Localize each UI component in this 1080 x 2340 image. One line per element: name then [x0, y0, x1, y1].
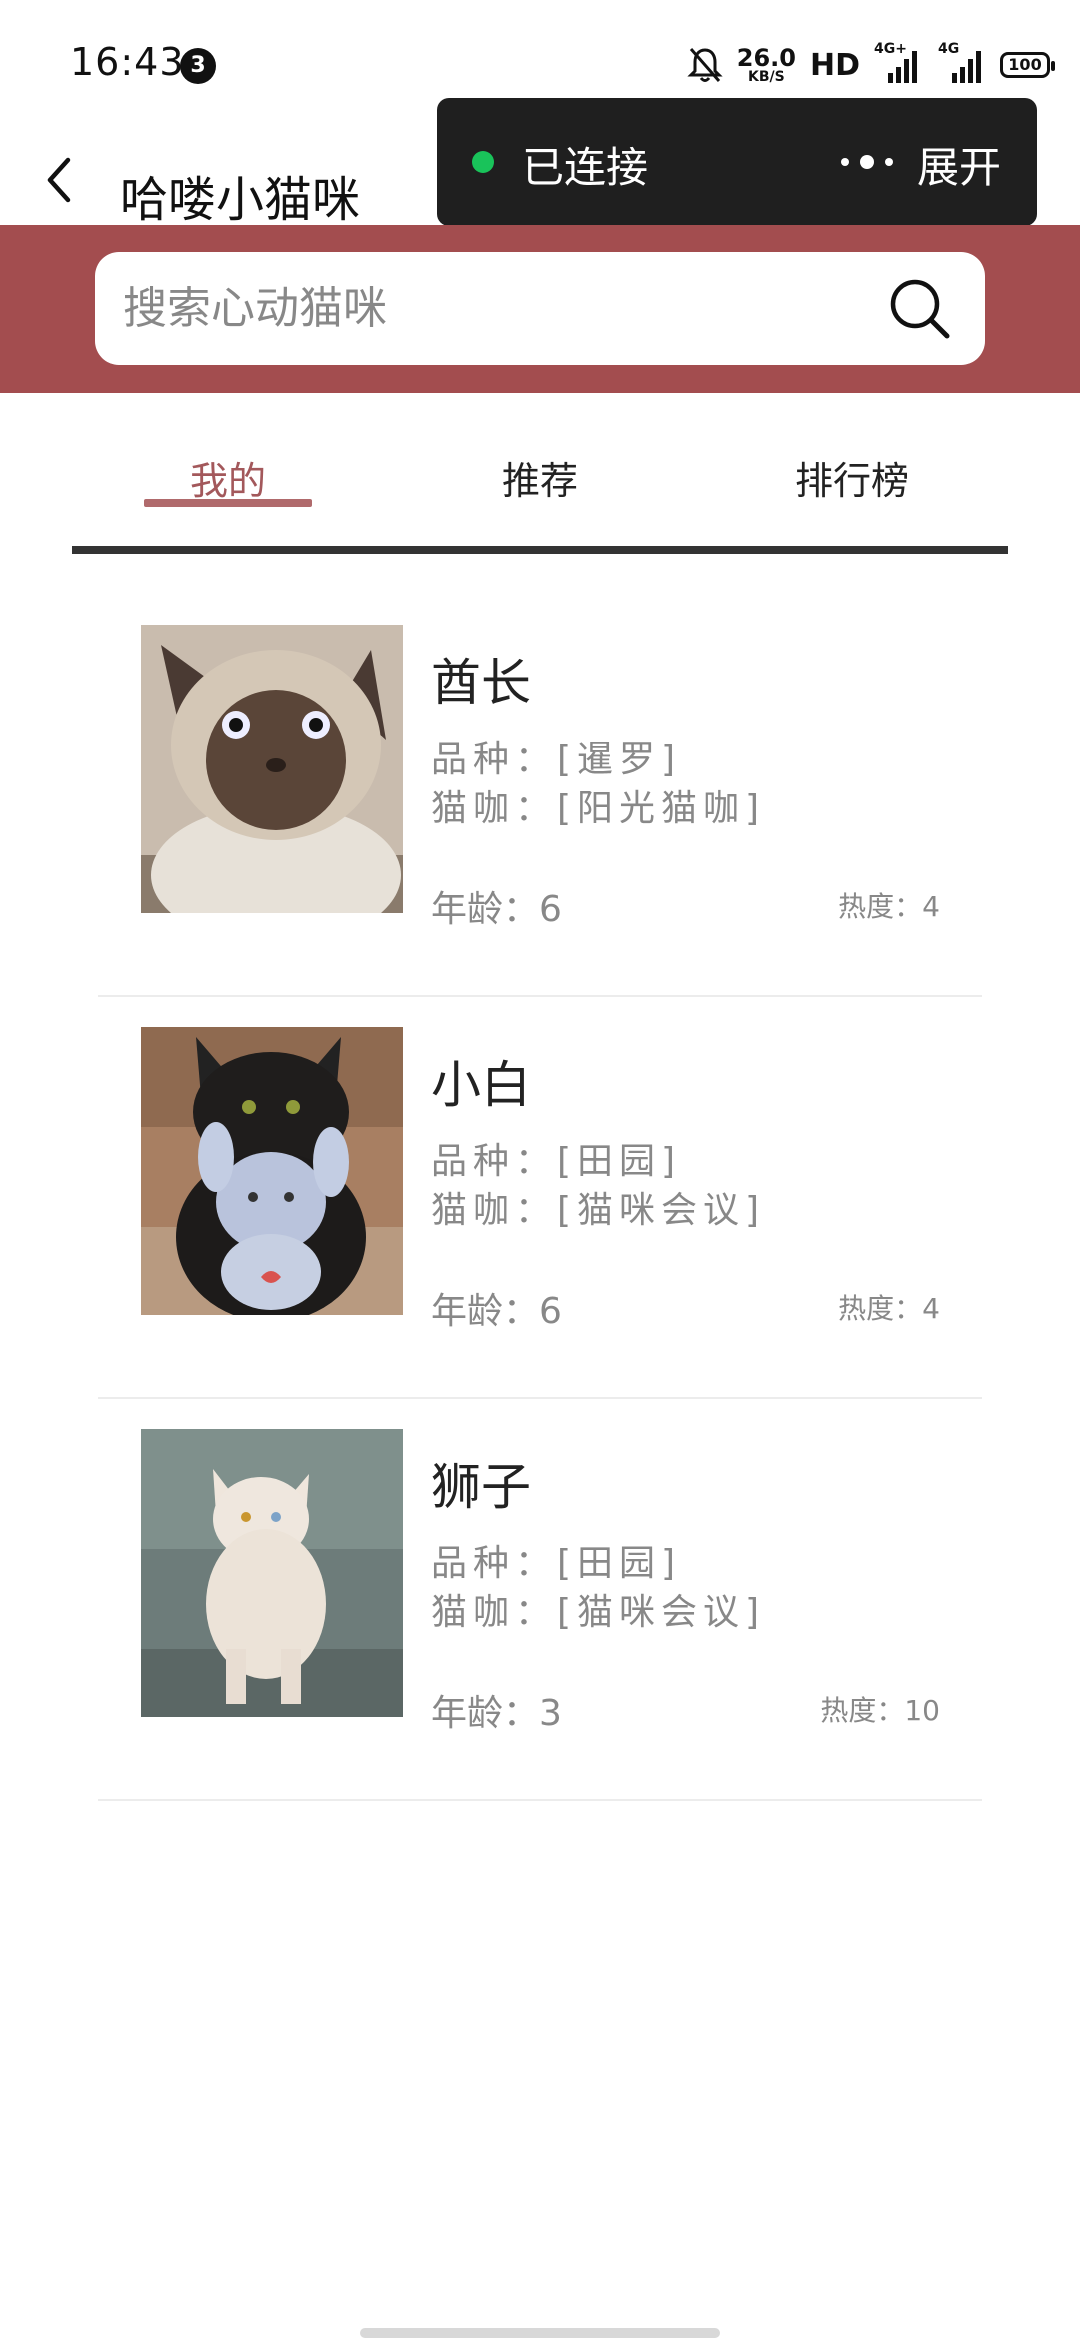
cat-name: 狮子 — [431, 1458, 531, 1516]
cat-breed: 品种：[暹罗] — [431, 739, 682, 780]
notification-badge: 3 — [180, 48, 216, 84]
cat-breed: 品种：[田园] — [431, 1543, 682, 1584]
connection-status-label: 已连接 — [522, 143, 649, 192]
tab-mine[interactable]: 我的 — [108, 450, 348, 505]
cat-age: 年龄：3 — [431, 1693, 562, 1734]
hd-label: HD — [809, 47, 860, 83]
expand-button[interactable]: 展开 — [917, 134, 1001, 195]
signal-type-label: 4G+ — [874, 41, 907, 57]
cat-age: 年龄：6 — [431, 1291, 562, 1332]
search-icon[interactable] — [887, 276, 951, 340]
cat-photo-black-with-plush — [141, 1027, 403, 1315]
cat-cafe: 猫咖：[猫咪会议] — [431, 1190, 766, 1231]
page-title: 哈喽小猫咪 — [120, 172, 361, 228]
signal-icon: 4G — [938, 41, 986, 83]
battery-icon: 100 — [1000, 52, 1055, 78]
cat-list: 酋长 品种：[暹罗] 猫咖：[阳光猫咖] 年龄：6 热度：4 小白 品种：[田园… — [98, 595, 982, 1801]
cat-name: 酋长 — [431, 654, 531, 712]
cat-age: 年龄：6 — [431, 889, 562, 930]
search-band — [0, 225, 1080, 393]
cat-cafe: 猫咖：[猫咪会议] — [431, 1592, 766, 1633]
cat-photo-siamese — [141, 625, 403, 913]
cat-name: 小白 — [431, 1056, 531, 1114]
tab-ranking[interactable]: 排行榜 — [732, 450, 972, 505]
network-speed-value: 26.0 — [736, 44, 796, 72]
search-input[interactable] — [123, 272, 883, 344]
more-dots-icon[interactable] — [837, 154, 897, 170]
connection-capsule[interactable]: 已连接 展开 — [437, 98, 1037, 226]
list-item[interactable]: 狮子 品种：[田园] 猫咖：[猫咪会议] 年龄：3 热度：10 — [98, 1399, 982, 1801]
connected-status-dot — [472, 151, 494, 173]
signal-type-label: 4G — [938, 41, 960, 57]
status-icons: 26.0 KB/S HD 4G+ 4G 100 — [687, 40, 1055, 90]
active-tab-indicator — [144, 499, 312, 507]
bell-muted-icon — [687, 48, 723, 82]
network-speed-unit: KB/S — [748, 69, 785, 85]
cat-heat: 热度：4 — [838, 890, 940, 923]
tab-divider — [72, 546, 1008, 554]
cat-breed: 品种：[田园] — [431, 1141, 682, 1182]
network-speed: 26.0 KB/S — [737, 46, 796, 84]
back-arrow-icon[interactable] — [40, 152, 80, 208]
cat-heat: 热度：10 — [820, 1694, 940, 1727]
tab-recommend[interactable]: 推荐 — [420, 450, 660, 505]
status-time: 16:43 — [70, 40, 185, 84]
cat-heat: 热度：4 — [838, 1292, 940, 1325]
cat-photo-white-longhair — [141, 1429, 403, 1717]
home-indicator[interactable] — [360, 2328, 720, 2338]
search-box[interactable] — [95, 252, 985, 365]
cat-photo — [141, 625, 403, 913]
tab-bar: 我的 推荐 排行榜 — [72, 425, 1008, 555]
signal-icon: 4G+ — [874, 41, 924, 83]
cat-photo — [141, 1429, 403, 1717]
cat-cafe: 猫咖：[阳光猫咖] — [431, 788, 766, 829]
list-item[interactable]: 酋长 品种：[暹罗] 猫咖：[阳光猫咖] 年龄：6 热度：4 — [98, 595, 982, 997]
list-item[interactable]: 小白 品种：[田园] 猫咖：[猫咪会议] 年龄：6 热度：4 — [98, 997, 982, 1399]
cat-photo — [141, 1027, 403, 1315]
